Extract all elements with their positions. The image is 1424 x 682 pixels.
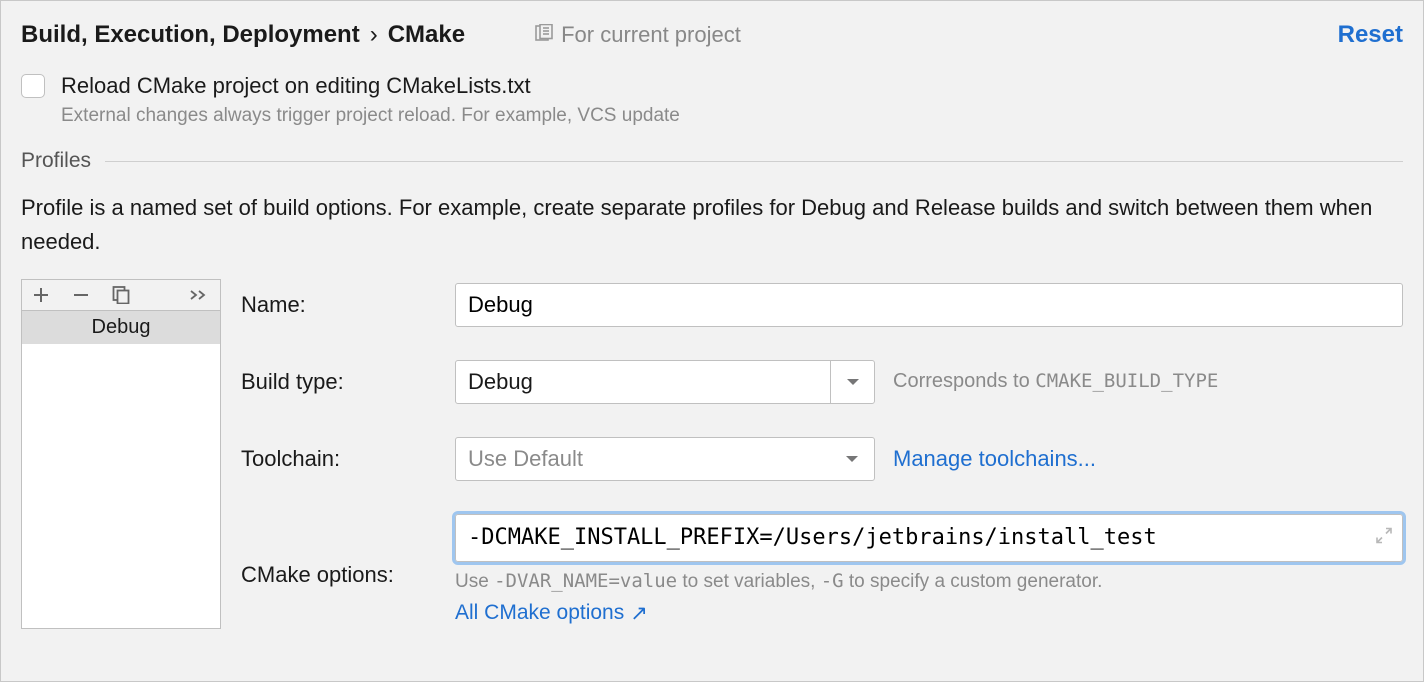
chevron-down-icon	[830, 361, 874, 403]
header-row: Build, Execution, Deployment › CMake For…	[21, 21, 1403, 49]
project-scope-icon	[535, 22, 553, 48]
reset-button[interactable]: Reset	[1338, 21, 1403, 49]
toolchain-label: Toolchain:	[241, 446, 441, 472]
profiles-list: Debug	[21, 279, 221, 629]
breadcrumb: Build, Execution, Deployment › CMake For…	[21, 21, 741, 49]
remove-profile-button[interactable]	[72, 286, 90, 304]
reload-hint: External changes always trigger project …	[61, 105, 1403, 127]
plus-icon	[32, 286, 50, 304]
toolchain-value: Use Default	[456, 446, 830, 472]
copy-profile-button[interactable]	[112, 286, 130, 304]
toolchain-dropdown[interactable]: Use Default	[455, 437, 875, 481]
scope-label: For current project	[561, 22, 741, 48]
breadcrumb-current: CMake	[388, 21, 465, 49]
build-type-label: Build type:	[241, 369, 441, 395]
name-field[interactable]	[455, 283, 1403, 327]
profiles-section-header: Profiles	[21, 149, 1403, 173]
profiles-description: Profile is a named set of build options.…	[21, 191, 1403, 259]
copy-icon	[112, 286, 130, 304]
add-profile-button[interactable]	[32, 286, 50, 304]
profiles-toolbar	[22, 280, 220, 311]
reload-row: Reload CMake project on editing CMakeLis…	[21, 73, 1403, 99]
manage-toolchains-link[interactable]: Manage toolchains...	[893, 446, 1096, 472]
cmake-options-field-wrap	[455, 514, 1403, 562]
profile-form: Name: Build type: Debug Corresponds to C…	[241, 279, 1403, 629]
external-link-icon: ↗	[630, 601, 648, 626]
minus-icon	[72, 286, 90, 304]
cmake-options-hint: Use -DVAR_NAME=value to set variables, -…	[455, 570, 1403, 593]
profile-item-debug[interactable]: Debug	[22, 311, 220, 344]
breadcrumb-separator: ›	[370, 21, 378, 49]
cmake-options-field[interactable]	[456, 515, 1362, 561]
reload-checkbox-label[interactable]: Reload CMake project on editing CMakeLis…	[61, 73, 531, 99]
breadcrumb-parent[interactable]: Build, Execution, Deployment	[21, 21, 360, 49]
build-type-dropdown[interactable]: Debug	[455, 360, 875, 404]
expand-icon[interactable]	[1376, 526, 1392, 549]
name-label: Name:	[241, 292, 441, 318]
build-type-value: Debug	[456, 369, 830, 395]
section-divider	[105, 161, 1403, 162]
build-type-hint: Corresponds to CMAKE_BUILD_TYPE	[893, 370, 1218, 393]
scope-badge: For current project	[535, 22, 741, 48]
chevron-down-icon	[830, 438, 874, 480]
all-cmake-options-link[interactable]: All CMake options ↗	[455, 601, 1403, 626]
cmake-settings-panel: Build, Execution, Deployment › CMake For…	[0, 0, 1424, 682]
chevrons-right-icon	[188, 288, 210, 302]
cmake-options-label: CMake options:	[241, 552, 441, 588]
profiles-area: Debug Name: Build type: Debug Correspond…	[21, 279, 1403, 629]
reload-checkbox[interactable]	[21, 74, 45, 98]
profiles-section-label: Profiles	[21, 149, 91, 173]
more-button[interactable]	[188, 288, 210, 302]
